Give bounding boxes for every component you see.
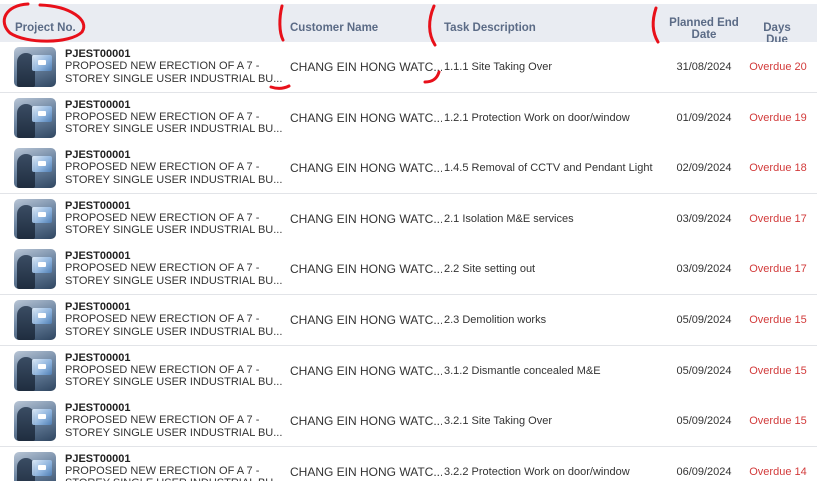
- customer-name: CHANG EIN HONG WATC...: [290, 161, 442, 176]
- project-description: PROPOSED NEW ERECTION OF A 7 - STOREY SI…: [65, 60, 283, 85]
- project-code: PJEST00001: [65, 250, 131, 263]
- task-description: 1.1.1 Site Taking Over: [444, 61, 553, 73]
- days-due-status: Overdue 15: [749, 314, 807, 326]
- table-row[interactable]: PJEST00001 PROPOSED NEW ERECTION OF A 7 -…: [0, 244, 817, 296]
- project-thumbnail: [14, 97, 56, 138]
- customer-name: CHANG EIN HONG WATC...: [290, 363, 442, 378]
- table-header: Project No. Customer Name Task Descripti…: [0, 4, 817, 46]
- project-code: PJEST00001: [65, 402, 131, 415]
- task-description: 1.2.1 Protection Work on door/window: [444, 111, 630, 124]
- task-description: 2.1 Isolation M&E services: [444, 212, 574, 225]
- days-due-status: Overdue 17: [749, 212, 807, 225]
- customer-name: CHANG EIN HONG WATC...: [290, 262, 442, 277]
- project-code: PJEST00001: [65, 149, 131, 162]
- project-thumbnail: [14, 148, 56, 189]
- project-code: PJEST00001: [65, 199, 131, 212]
- days-due-status: Overdue 14: [749, 465, 807, 478]
- project-description: PROPOSED NEW ERECTION OF A 7 - STOREY SI…: [65, 464, 282, 481]
- planned-end-date: 05/09/2024: [676, 364, 732, 377]
- table-row[interactable]: PJEST00001 PROPOSED NEW ERECTION OF A 7 -…: [0, 345, 817, 397]
- days-due-status: Overdue 18: [749, 162, 807, 175]
- project-thumbnail: [14, 300, 56, 340]
- customer-name: CHANG EIN HONG WATC...: [290, 110, 442, 125]
- days-due-status: Overdue 19: [749, 111, 807, 124]
- task-description: 2.3 Demolition works: [444, 314, 547, 326]
- project-description: PROPOSED NEW ERECTION OF A 7 - STOREY SI…: [65, 211, 283, 237]
- table-row[interactable]: PJEST00001 PROPOSED NEW ERECTION OF A 7 -…: [0, 295, 817, 346]
- project-code: PJEST00001: [65, 301, 131, 313]
- customer-name: CHANG EIN HONG WATC...: [290, 211, 442, 226]
- project-thumbnail: [14, 401, 56, 442]
- table-row[interactable]: PJEST00001 PROPOSED NEW ERECTION OF A 7 -…: [0, 143, 817, 195]
- column-header-planned-end-date[interactable]: Planned End Date: [664, 17, 744, 41]
- task-description: 3.1.2 Dismantle concealed M&E: [444, 364, 601, 377]
- days-due-status: Overdue 15: [749, 415, 807, 428]
- task-table: Project No. Customer Name Task Descripti…: [0, 0, 817, 481]
- project-description: PROPOSED NEW ERECTION OF A 7 - STOREY SI…: [65, 262, 283, 287]
- table-row[interactable]: PJEST00001 PROPOSED NEW ERECTION OF A 7 -…: [0, 193, 817, 245]
- project-thumbnail: [14, 198, 56, 239]
- planned-end-date: 06/09/2024: [676, 465, 732, 478]
- project-thumbnail: [14, 47, 56, 87]
- customer-name: CHANG EIN HONG WATC...: [290, 414, 442, 429]
- project-description: PROPOSED NEW ERECTION OF A 7 - STOREY SI…: [65, 414, 283, 439]
- customer-name: CHANG EIN HONG WATC...: [290, 313, 442, 327]
- project-thumbnail: [14, 451, 56, 481]
- column-header-project-no[interactable]: Project No.: [15, 22, 76, 34]
- planned-end-date: 05/09/2024: [676, 415, 732, 428]
- project-thumbnail: [14, 249, 56, 290]
- planned-end-date: 31/08/2024: [676, 61, 732, 73]
- task-description: 1.4.5 Removal of CCTV and Pendant Light: [444, 162, 653, 175]
- task-description: 3.2.2 Protection Work on door/window: [444, 465, 630, 478]
- project-description: PROPOSED NEW ERECTION OF A 7 - STOREY SI…: [65, 363, 283, 389]
- table-row[interactable]: PJEST00001 PROPOSED NEW ERECTION OF A 7 -…: [0, 396, 817, 448]
- table-row[interactable]: PJEST00001 PROPOSED NEW ERECTION OF A 7 -…: [0, 42, 817, 93]
- project-code: PJEST00001: [65, 98, 131, 111]
- task-description: 2.2 Site setting out: [444, 263, 536, 276]
- project-description: PROPOSED NEW ERECTION OF A 7 - STOREY SI…: [65, 110, 283, 136]
- planned-end-date: 05/09/2024: [676, 314, 732, 326]
- days-due-status: Overdue 17: [749, 263, 807, 276]
- project-description: PROPOSED NEW ERECTION OF A 7 - STOREY SI…: [65, 313, 283, 338]
- task-description: 3.2.1 Site Taking Over: [444, 415, 553, 428]
- planned-end-date: 01/09/2024: [676, 111, 732, 124]
- column-header-task-description[interactable]: Task Description: [444, 22, 536, 34]
- table-row[interactable]: PJEST00001 PROPOSED NEW ERECTION OF A 7 -…: [0, 92, 817, 144]
- planned-end-date: 03/09/2024: [676, 212, 732, 225]
- days-due-status: Overdue 20: [749, 61, 807, 73]
- planned-end-date: 03/09/2024: [676, 263, 732, 276]
- column-header-customer-name[interactable]: Customer Name: [290, 22, 378, 34]
- table-row[interactable]: PJEST00001 PROPOSED NEW ERECTION OF A 7 -…: [0, 446, 817, 481]
- planned-end-date: 02/09/2024: [676, 162, 732, 175]
- project-thumbnail: [14, 350, 56, 391]
- project-description: PROPOSED NEW ERECTION OF A 7 - STOREY SI…: [65, 161, 283, 186]
- customer-name: CHANG EIN HONG WATC...: [290, 464, 442, 479]
- days-due-status: Overdue 15: [749, 364, 807, 377]
- project-code: PJEST00001: [65, 351, 131, 364]
- project-code: PJEST00001: [65, 452, 131, 465]
- project-code: PJEST00001: [65, 48, 131, 60]
- customer-name: CHANG EIN HONG WATC...: [290, 60, 442, 74]
